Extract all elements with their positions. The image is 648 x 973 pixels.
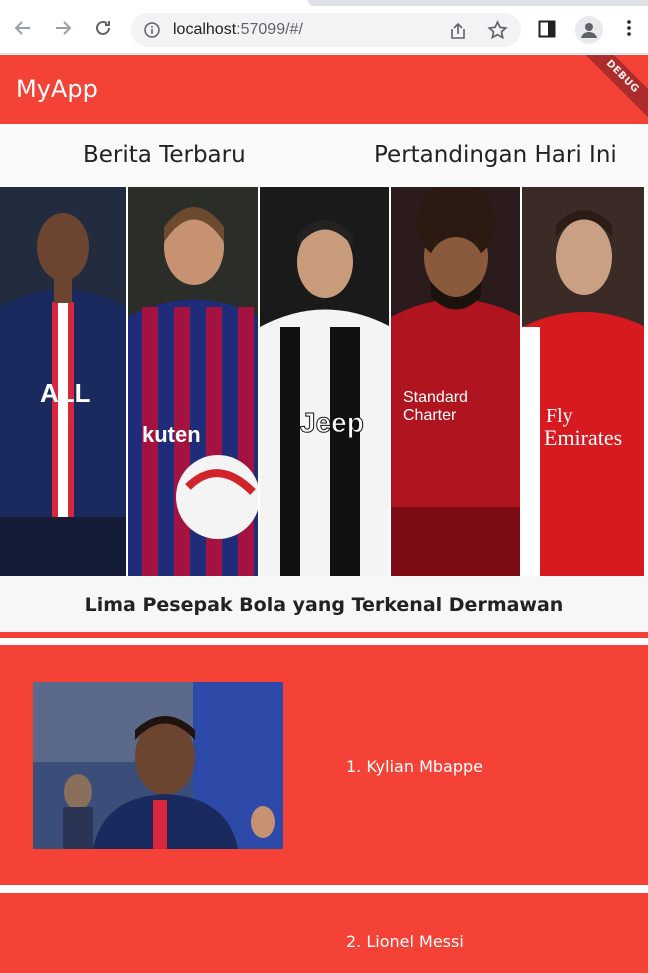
tab-strip <box>308 0 648 6</box>
mbappe-thumbnail <box>33 682 283 849</box>
url-text[interactable]: localhost:57099/#/ <box>173 21 303 39</box>
tab-bar: Berita Terbaru Pertandingan Hari Ini <box>0 124 648 187</box>
ozil-photo: Fly Emirates <box>520 187 644 576</box>
app-bar: MyApp DEBUG <box>0 55 648 124</box>
info-icon[interactable] <box>144 22 160 38</box>
forward-icon[interactable] <box>52 17 74 39</box>
tab-latest-news[interactable]: Berita Terbaru <box>83 142 246 168</box>
url-host: localhost <box>173 21 237 38</box>
player-card[interactable]: 1. Kylian Mbappe <box>0 645 648 885</box>
svg-text:ALL: ALL <box>40 378 91 408</box>
profile-avatar-icon[interactable] <box>575 16 603 44</box>
bookmark-star-icon[interactable] <box>487 20 508 41</box>
browser-toolbar: localhost:57099/#/ <box>0 0 648 54</box>
article-headline-box: Lima Pesepak Bola yang Terkenal Dermawan <box>0 576 648 632</box>
side-panel-icon[interactable] <box>538 20 556 38</box>
salah-photo: Standard Charter <box>389 187 520 576</box>
tab-todays-matches[interactable]: Pertandingan Hari Ini <box>374 142 617 168</box>
svg-text:Emirates: Emirates <box>544 425 622 450</box>
hero-image: ALL kuten Jeep Standard Charter Fly Emir… <box>0 187 648 576</box>
kebab-menu-icon[interactable] <box>620 19 638 37</box>
svg-text:Standard: Standard <box>403 389 468 406</box>
svg-text:kuten: kuten <box>142 422 201 447</box>
svg-text:Fly: Fly <box>546 405 573 427</box>
player-name: 2. Lionel Messi <box>346 932 464 951</box>
svg-text:Charter: Charter <box>403 407 457 424</box>
player-card[interactable]: 2. Lionel Messi <box>0 893 648 973</box>
back-icon[interactable] <box>12 17 34 39</box>
ronaldo-photo: Jeep <box>258 187 389 576</box>
divider <box>0 632 648 638</box>
mbappe-photo: ALL <box>0 187 126 576</box>
reload-icon[interactable] <box>92 17 114 39</box>
messi-photo: kuten <box>126 187 258 576</box>
player-name: 1. Kylian Mbappe <box>346 757 483 776</box>
url-path: :57099/#/ <box>236 21 303 38</box>
share-icon[interactable] <box>448 21 468 41</box>
debug-banner: DEBUG <box>572 55 648 124</box>
svg-text:Jeep: Jeep <box>300 407 364 438</box>
article-headline: Lima Pesepak Bola yang Terkenal Dermawan <box>84 594 564 616</box>
address-bar[interactable]: localhost:57099/#/ <box>131 13 521 47</box>
app-title: MyApp <box>16 75 98 103</box>
